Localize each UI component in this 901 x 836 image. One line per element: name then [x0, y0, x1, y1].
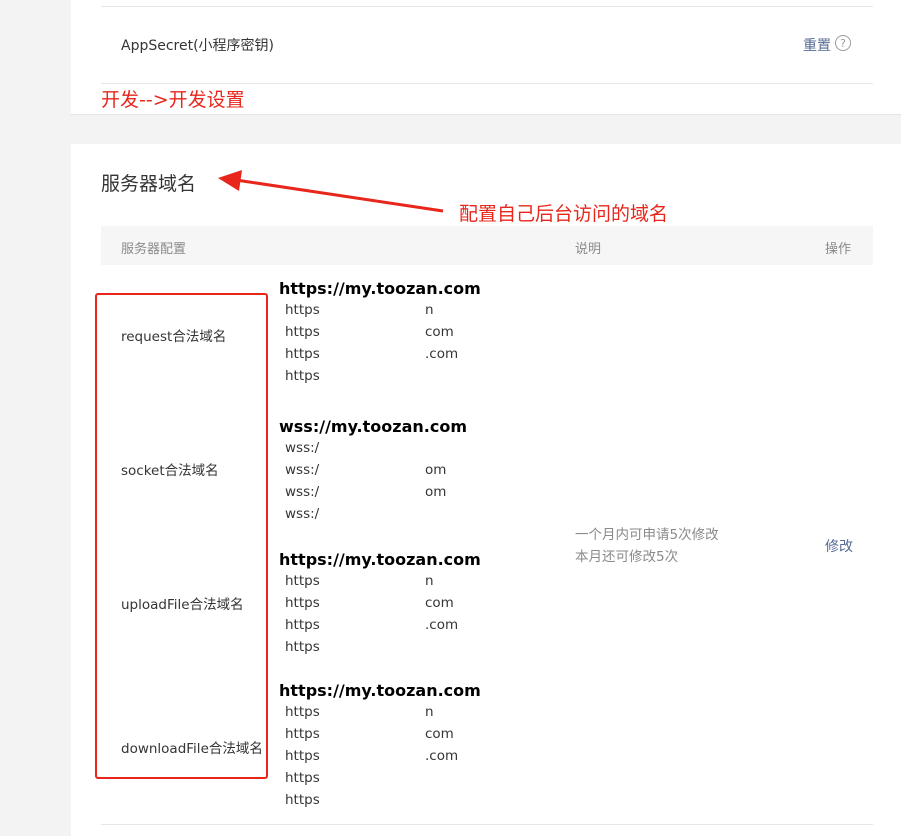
domain-list-download: https://my.toozan.com https n https com ht… — [279, 681, 539, 811]
domain-item: https com — [285, 595, 454, 611]
column-header-description: 说明 — [575, 242, 602, 257]
domain-item: https com — [285, 726, 454, 742]
domain-list-upload: https://my.toozan.com https n https com ht… — [279, 550, 539, 658]
reset-secret-link[interactable]: 重置 — [803, 35, 831, 55]
modify-domain-link[interactable]: 修改 — [825, 536, 853, 556]
domain-item: https — [285, 770, 320, 786]
divider — [101, 6, 873, 7]
table-header: 服务器配置 说明 操作 — [101, 226, 873, 265]
divider — [101, 824, 873, 825]
domain-item: wss:/om — [285, 484, 447, 500]
domain-item: https .com — [285, 617, 459, 633]
domain-item: https n — [285, 704, 434, 720]
domain-head: https://my.toozan.com — [279, 550, 481, 569]
domain-item: https n — [285, 573, 434, 589]
column-header-operation: 操作 — [825, 242, 852, 257]
domain-list-request: https://my.toozan.com https n https com ht… — [279, 279, 539, 387]
domain-head: https://my.toozan.com — [279, 681, 481, 700]
domain-head: wss://my.toozan.com — [279, 417, 467, 436]
domain-item: https — [285, 792, 320, 808]
description-line: 本月还可修改5次 — [575, 549, 679, 565]
server-domain-card: 服务器域名 服务器配置 说明 操作 request合法域名 socket合法域名… — [71, 144, 901, 836]
annotation-highlight-box — [95, 293, 268, 779]
domain-item: https .com — [285, 346, 459, 362]
annotation-server-note: 配置自己后台访问的域名 — [459, 203, 669, 225]
domain-item: wss:/ — [285, 440, 320, 456]
description-line: 一个月内可申请5次修改 — [575, 527, 719, 543]
domain-head: https://my.toozan.com — [279, 279, 481, 298]
help-icon[interactable]: ? — [835, 35, 851, 51]
domain-item: https .com — [285, 748, 459, 764]
domain-item: https n — [285, 302, 434, 318]
divider — [101, 83, 873, 84]
section-title: 服务器域名 — [101, 173, 197, 195]
annotation-dev-path: 开发-->开发设置 — [101, 89, 245, 111]
domain-list-socket: wss://my.toozan.com wss:/ wss:/om wss:/o… — [279, 417, 539, 525]
appsecret-label: AppSecret(小程序密钥) — [121, 38, 275, 54]
domain-item: https — [285, 639, 320, 655]
domain-item: wss:/ — [285, 506, 320, 522]
modify-description: 一个月内可申请5次修改 本月还可修改5次 — [575, 524, 719, 568]
column-header-config: 服务器配置 — [121, 242, 187, 257]
domain-item: https com — [285, 324, 454, 340]
domain-item: https — [285, 368, 320, 384]
domain-item: wss:/om — [285, 462, 447, 478]
